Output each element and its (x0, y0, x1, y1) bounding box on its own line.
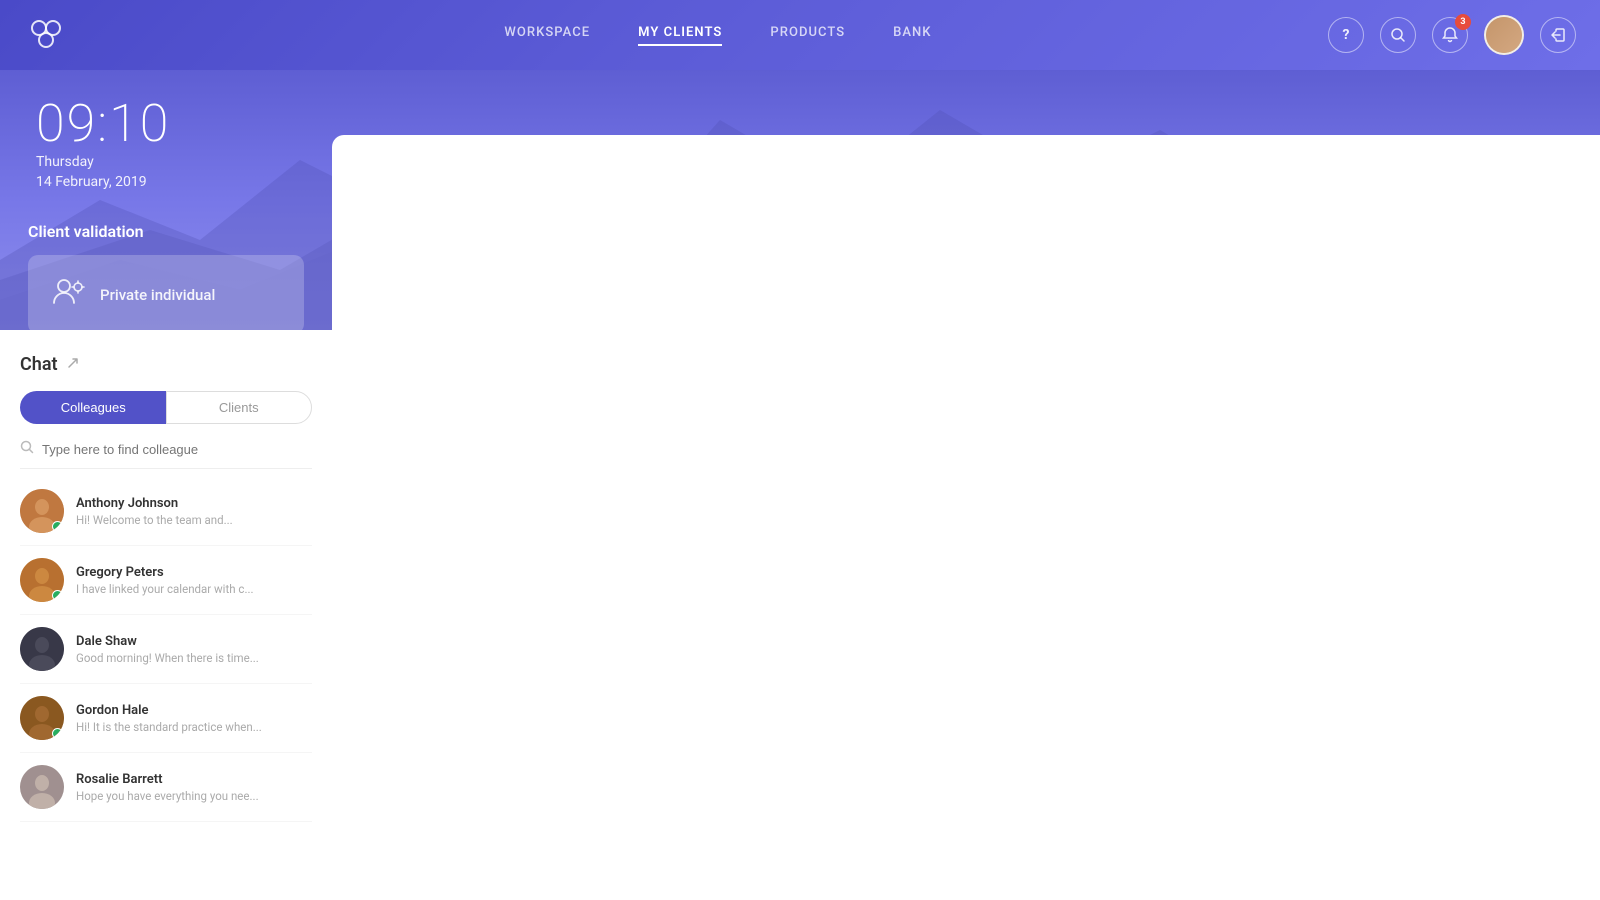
list-item[interactable]: Rosalie Barrett Hope you have everything… (20, 753, 312, 822)
client-validation-label: Private individual (100, 286, 215, 304)
contact-list: Anthony Johnson Hi! Welcome to the team … (20, 477, 312, 822)
contact-preview: I have linked your calendar with c... (76, 582, 312, 596)
clock-section: 09:10 Thursday 14 February, 2019 (0, 70, 332, 214)
chat-expand-icon[interactable] (66, 356, 80, 374)
help-button[interactable]: ? (1328, 17, 1364, 53)
chat-search (20, 440, 312, 469)
chat-tabs: Colleagues Clients (20, 391, 312, 424)
notifications-button[interactable]: 3 (1432, 17, 1468, 53)
contact-info: Gregory Peters I have linked your calend… (76, 565, 312, 596)
logout-button[interactable] (1540, 17, 1576, 53)
tab-clients[interactable]: Clients (166, 391, 313, 424)
contact-preview: Good morning! When there is time... (76, 651, 312, 665)
online-indicator (52, 590, 63, 601)
contact-name: Gordon Hale (76, 703, 312, 718)
contact-name: Anthony Johnson (76, 496, 312, 511)
clock-day: Thursday (36, 154, 296, 170)
contact-info: Anthony Johnson Hi! Welcome to the team … (76, 496, 312, 527)
notification-badge: 3 (1455, 14, 1471, 30)
search-icon (20, 440, 34, 458)
contact-preview: Hi! Welcome to the team and... (76, 513, 312, 527)
client-validation-section: Client validation Private individual (0, 222, 332, 334)
tab-colleagues[interactable]: Colleagues (20, 391, 166, 424)
private-individual-icon (52, 277, 86, 312)
online-indicator (52, 521, 63, 532)
avatar (20, 696, 64, 740)
main-nav: WORKSPACE MY CLIENTS PRODUCTS BANK (108, 25, 1328, 46)
chat-title: Chat (20, 354, 58, 375)
contact-name: Gregory Peters (76, 565, 312, 580)
client-validation-card[interactable]: Private individual (28, 255, 304, 334)
avatar (20, 489, 64, 533)
clock-date: 14 February, 2019 (36, 174, 296, 190)
contact-name: Rosalie Barrett (76, 772, 312, 787)
nav-products[interactable]: PRODUCTS (770, 25, 845, 46)
avatar (20, 627, 64, 671)
search-button[interactable] (1380, 17, 1416, 53)
search-input[interactable] (42, 442, 312, 457)
clock-time: 09:10 (36, 98, 296, 150)
online-indicator (52, 728, 63, 739)
contact-preview: Hope you have everything you nee... (76, 789, 312, 803)
list-item[interactable]: Anthony Johnson Hi! Welcome to the team … (20, 477, 312, 546)
nav-bank[interactable]: BANK (893, 25, 931, 46)
chat-section: Chat Colleagues Clients (0, 330, 332, 900)
user-avatar[interactable] (1484, 15, 1524, 55)
avatar (20, 558, 64, 602)
nav-my-clients[interactable]: MY CLIENTS (638, 25, 722, 46)
list-item[interactable]: Gregory Peters I have linked your calend… (20, 546, 312, 615)
list-item[interactable]: Gordon Hale Hi! It is the standard pract… (20, 684, 312, 753)
chat-header: Chat (20, 354, 312, 375)
client-validation-title: Client validation (28, 222, 304, 241)
logo[interactable] (24, 13, 68, 57)
nav-workspace[interactable]: WORKSPACE (504, 25, 590, 46)
avatar (20, 765, 64, 809)
contact-info: Dale Shaw Good morning! When there is ti… (76, 634, 312, 665)
header-actions: ? 3 (1328, 15, 1576, 55)
contact-info: Gordon Hale Hi! It is the standard pract… (76, 703, 312, 734)
list-item[interactable]: Dale Shaw Good morning! When there is ti… (20, 615, 312, 684)
contact-preview: Hi! It is the standard practice when... (76, 720, 312, 734)
header: WORKSPACE MY CLIENTS PRODUCTS BANK ? 3 (0, 0, 1600, 70)
main-panel (332, 135, 1600, 900)
contact-name: Dale Shaw (76, 634, 312, 649)
contact-info: Rosalie Barrett Hope you have everything… (76, 772, 312, 803)
